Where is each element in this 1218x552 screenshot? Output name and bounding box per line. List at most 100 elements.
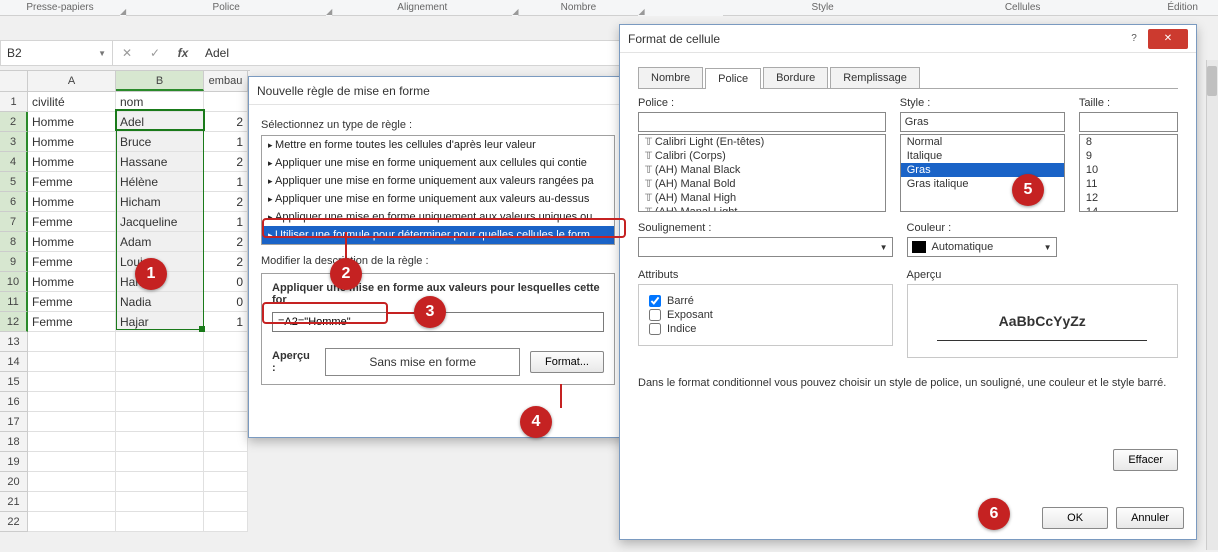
row-head[interactable]: 20: [0, 472, 28, 492]
cell[interactable]: [204, 412, 248, 432]
cell[interactable]: [204, 512, 248, 532]
cell[interactable]: 0: [204, 272, 248, 292]
cell[interactable]: [204, 452, 248, 472]
cell[interactable]: [28, 492, 116, 512]
help-icon[interactable]: ?: [1120, 29, 1148, 49]
cell[interactable]: 0: [204, 292, 248, 312]
cell[interactable]: [28, 372, 116, 392]
cell[interactable]: Nadia: [116, 292, 204, 312]
checkbox-exposant[interactable]: Exposant: [649, 309, 882, 321]
cell[interactable]: [204, 472, 248, 492]
rule-item[interactable]: Appliquer une mise en forme uniquement a…: [262, 208, 614, 226]
effacer-button[interactable]: Effacer: [1113, 449, 1178, 471]
cell[interactable]: [116, 412, 204, 432]
fx-icon[interactable]: fx: [169, 41, 197, 65]
format-button[interactable]: Format...: [530, 351, 604, 373]
list-item[interactable]: Calibri Light (En-têtes): [639, 135, 885, 149]
cell[interactable]: Homme: [28, 232, 116, 252]
cell[interactable]: 2: [204, 112, 248, 132]
list-item[interactable]: 9: [1080, 149, 1177, 163]
cell[interactable]: [204, 492, 248, 512]
cell[interactable]: Homme: [28, 132, 116, 152]
cell[interactable]: [28, 412, 116, 432]
row-head[interactable]: 6: [0, 192, 28, 212]
checkbox-barre[interactable]: Barré: [649, 295, 882, 307]
cell[interactable]: [116, 452, 204, 472]
chevron-down-icon[interactable]: ▼: [98, 49, 106, 58]
cell[interactable]: [116, 332, 204, 352]
cell[interactable]: [28, 332, 116, 352]
cell[interactable]: [28, 452, 116, 472]
font-list[interactable]: Calibri Light (En-têtes) Calibri (Corps)…: [638, 134, 886, 212]
list-item[interactable]: Gras italique: [901, 177, 1064, 191]
cell[interactable]: Femme: [28, 172, 116, 192]
list-item-selected[interactable]: Gras: [901, 163, 1064, 177]
select-all-triangle[interactable]: [0, 71, 28, 91]
cell[interactable]: nom: [116, 92, 204, 112]
col-head-c[interactable]: embau: [204, 71, 248, 91]
cell[interactable]: Femme: [28, 312, 116, 332]
row-head[interactable]: 8: [0, 232, 28, 252]
col-head-b[interactable]: B: [116, 71, 204, 91]
rule-item[interactable]: Appliquer une mise en forme uniquement a…: [262, 172, 614, 190]
rule-item-selected[interactable]: Utiliser une formule pour déterminer pou…: [262, 226, 614, 244]
dialog1-titlebar[interactable]: Nouvelle règle de mise en forme: [249, 77, 627, 105]
row-head[interactable]: 13: [0, 332, 28, 352]
row-head[interactable]: 14: [0, 352, 28, 372]
confirm-edit-icon[interactable]: ✓: [141, 41, 169, 65]
row-head[interactable]: 19: [0, 452, 28, 472]
row-head[interactable]: 5: [0, 172, 28, 192]
cell[interactable]: 1: [204, 172, 248, 192]
cell[interactable]: [116, 512, 204, 532]
list-item[interactable]: (AH) Manal Light: [639, 205, 885, 212]
cell[interactable]: 2: [204, 252, 248, 272]
tab-police[interactable]: Police: [705, 68, 761, 89]
cell[interactable]: [28, 472, 116, 492]
cell[interactable]: Homme: [28, 152, 116, 172]
list-item[interactable]: 12: [1080, 191, 1177, 205]
rule-item[interactable]: Appliquer une mise en forme uniquement a…: [262, 190, 614, 208]
cell[interactable]: 1: [204, 312, 248, 332]
cell[interactable]: [116, 352, 204, 372]
row-head[interactable]: 15: [0, 372, 28, 392]
close-icon[interactable]: ✕: [1148, 29, 1188, 49]
color-combo[interactable]: Automatique▼: [907, 237, 1057, 257]
row-head[interactable]: 1: [0, 92, 28, 112]
list-item[interactable]: Italique: [901, 149, 1064, 163]
tab-bordure[interactable]: Bordure: [763, 67, 828, 88]
cell[interactable]: Hicham: [116, 192, 204, 212]
cell[interactable]: Hassane: [116, 152, 204, 172]
cell[interactable]: [28, 392, 116, 412]
rule-formula-input[interactable]: [272, 312, 604, 332]
cell[interactable]: [204, 352, 248, 372]
dialog2-titlebar[interactable]: Format de cellule ? ✕: [620, 25, 1196, 53]
cell[interactable]: [116, 392, 204, 412]
cell[interactable]: [28, 352, 116, 372]
row-head[interactable]: 17: [0, 412, 28, 432]
style-list[interactable]: Normal Italique Gras Gras italique: [900, 134, 1065, 212]
cell[interactable]: Femme: [28, 212, 116, 232]
cell[interactable]: Adam: [116, 232, 204, 252]
cell[interactable]: [116, 432, 204, 452]
vertical-scrollbar[interactable]: [1206, 60, 1218, 550]
name-box[interactable]: B2 ▼: [1, 41, 113, 65]
list-item[interactable]: (AH) Manal High: [639, 191, 885, 205]
row-head[interactable]: 10: [0, 272, 28, 292]
cell[interactable]: Bruce: [116, 132, 204, 152]
cell[interactable]: 2: [204, 192, 248, 212]
col-head-a[interactable]: A: [28, 71, 116, 91]
underline-combo[interactable]: ▼: [638, 237, 893, 257]
row-head[interactable]: 16: [0, 392, 28, 412]
cell[interactable]: 1: [204, 132, 248, 152]
cell[interactable]: [116, 492, 204, 512]
rule-item[interactable]: Mettre en forme toutes les cellules d'ap…: [262, 136, 614, 154]
cell[interactable]: Adel: [116, 112, 204, 132]
row-head[interactable]: 11: [0, 292, 28, 312]
cell[interactable]: [204, 92, 248, 112]
list-item[interactable]: (AH) Manal Black: [639, 163, 885, 177]
cell[interactable]: Hamou: [116, 272, 204, 292]
rule-type-list[interactable]: Mettre en forme toutes les cellules d'ap…: [261, 135, 615, 245]
list-item[interactable]: 8: [1080, 135, 1177, 149]
cancel-edit-icon[interactable]: ✕: [113, 41, 141, 65]
row-head[interactable]: 7: [0, 212, 28, 232]
